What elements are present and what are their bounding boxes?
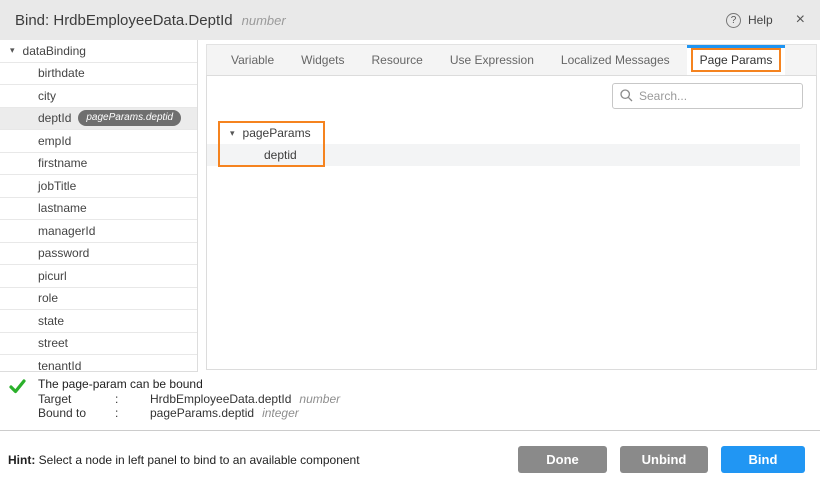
annotation-highlight: Page Params (691, 48, 782, 72)
tab-page-params[interactable]: Page Params (687, 45, 786, 75)
chevron-down-icon: ▾ (10, 45, 15, 56)
page-params-panel: ▾ pageParams deptid (206, 75, 817, 370)
binding-badge: pageParams.deptid (78, 110, 181, 126)
tree-node-label: deptid (264, 148, 297, 162)
tree-node-label: role (38, 291, 58, 305)
tree-node-deptid[interactable]: deptId pageParams.deptid (0, 108, 197, 131)
status-message: The page-param can be bound (38, 377, 340, 392)
status-separator: : (115, 406, 150, 421)
tab-localized-messages[interactable]: Localized Messages (551, 45, 680, 75)
tree-node-label: pageParams (243, 126, 311, 140)
tab-use-expression[interactable]: Use Expression (440, 45, 544, 75)
status-value-type: integer (262, 406, 299, 420)
done-button[interactable]: Done (518, 446, 607, 473)
hint-label: Hint: (8, 453, 35, 467)
tab-variable[interactable]: Variable (221, 45, 284, 75)
tree-node-databinding[interactable]: ▾ dataBinding (0, 40, 197, 63)
tree-node-label: tenantId (38, 359, 81, 372)
tab-widgets[interactable]: Widgets (291, 45, 354, 75)
tree-node-jobtitle[interactable]: jobTitle (0, 175, 197, 198)
search-icon (620, 89, 633, 102)
tree-node-label: state (38, 314, 64, 328)
binding-status: The page-param can be bound Target : Hrd… (0, 372, 820, 430)
status-separator: : (115, 392, 150, 407)
tree-node-managerid[interactable]: managerId (0, 220, 197, 243)
tree-node-picurl[interactable]: picurl (0, 265, 197, 288)
tree-node-label: picurl (38, 269, 67, 283)
page-params-tree: ▾ pageParams deptid (207, 122, 816, 166)
tree-node-label: jobTitle (38, 179, 76, 193)
help-button[interactable]: Help (748, 13, 773, 27)
status-value-type: number (299, 392, 340, 406)
bind-button[interactable]: Bind (721, 446, 805, 473)
unbind-button[interactable]: Unbind (620, 446, 708, 473)
tree-node-tenantid[interactable]: tenantId (0, 355, 197, 372)
chevron-down-icon: ▾ (230, 128, 235, 139)
tab-label: Widgets (301, 53, 344, 67)
tree-node-label: dataBinding (23, 44, 86, 58)
dialog-title: Bind: HrdbEmployeeData.DeptId (15, 12, 233, 29)
tree-node-label: city (38, 89, 56, 103)
help-icon[interactable]: ? (726, 13, 741, 28)
tree-node-label: firstname (38, 156, 87, 170)
close-icon[interactable]: × (796, 12, 805, 28)
bind-dialog: Bind: HrdbEmployeeData.DeptId number ? H… (0, 0, 820, 487)
tree-node-password[interactable]: password (0, 243, 197, 266)
success-check-icon (9, 379, 26, 394)
databinding-tree: ▾ dataBinding birthdate city deptId page… (0, 40, 198, 372)
tree-node-label: deptId (38, 111, 71, 125)
tree-node-deptid-param[interactable]: deptid (207, 144, 800, 166)
tree-node-label: street (38, 336, 68, 350)
status-target-row: Target : HrdbEmployeeData.deptIdnumber (38, 392, 340, 407)
tab-label: Page Params (700, 53, 773, 67)
tree-node-label: empId (38, 134, 71, 148)
search-input[interactable] (612, 83, 803, 109)
tree-node-street[interactable]: street (0, 333, 197, 356)
tree-node-state[interactable]: state (0, 310, 197, 333)
tab-resource[interactable]: Resource (362, 45, 433, 75)
tree-node-lastname[interactable]: lastname (0, 198, 197, 221)
tree-node-label: birthdate (38, 66, 85, 80)
tree-node-label: lastname (38, 201, 87, 215)
tab-label: Localized Messages (561, 53, 670, 67)
dialog-title-type: number (242, 13, 286, 28)
tab-label: Resource (372, 53, 423, 67)
tree-node-birthdate[interactable]: birthdate (0, 63, 197, 86)
tree-node-empid[interactable]: empId (0, 130, 197, 153)
status-label: Bound to (38, 406, 115, 421)
dialog-header: Bind: HrdbEmployeeData.DeptId number ? H… (0, 0, 820, 40)
tree-node-label: managerId (38, 224, 95, 238)
hint-text: Hint: Select a node in left panel to bin… (8, 453, 360, 467)
tab-label: Variable (231, 53, 274, 67)
tree-node-firstname[interactable]: firstname (0, 153, 197, 176)
status-boundto-row: Bound to : pageParams.deptidinteger (38, 406, 340, 421)
status-label: Target (38, 392, 115, 407)
dialog-footer: Hint: Select a node in left panel to bin… (0, 430, 820, 487)
tree-node-pageparams[interactable]: ▾ pageParams (207, 122, 816, 144)
status-value: pageParams.deptidinteger (150, 406, 340, 421)
tree-node-role[interactable]: role (0, 288, 197, 311)
tree-node-city[interactable]: city (0, 85, 197, 108)
search-box (612, 83, 803, 109)
tab-label: Use Expression (450, 53, 534, 67)
bind-source-tabs: Variable Widgets Resource Use Expression… (206, 44, 817, 75)
tree-node-label: password (38, 246, 89, 260)
status-value: HrdbEmployeeData.deptIdnumber (150, 392, 340, 407)
